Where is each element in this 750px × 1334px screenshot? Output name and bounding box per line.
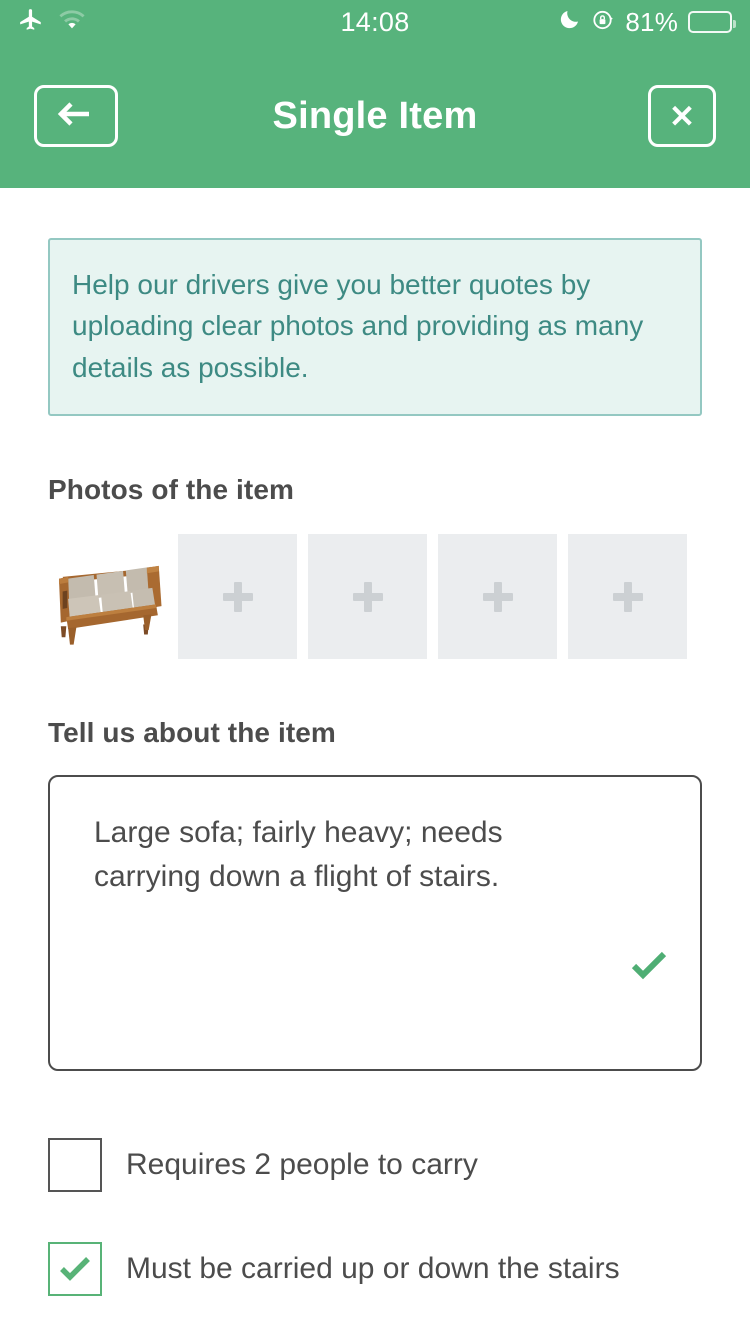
option-row-nobody-present[interactable]: Nobody will be present at pick up [48, 1321, 702, 1334]
airplane-mode-icon [18, 7, 44, 38]
photos-heading: Photos of the item [48, 474, 295, 506]
add-photo-slot[interactable] [308, 534, 427, 660]
checkbox-stairs[interactable] [48, 1242, 102, 1297]
plus-icon [482, 581, 513, 612]
navigation-bar: Single Item ✕ [0, 44, 750, 188]
uploaded-photo-thumbnail[interactable] [48, 534, 167, 660]
status-bar-left [18, 7, 340, 38]
rotation-lock-icon [591, 8, 615, 37]
photo-strip [48, 534, 702, 660]
option-row-stairs[interactable]: Must be carried up or down the stairs [48, 1217, 702, 1321]
battery-percent-label: 81% [625, 6, 679, 37]
battery-icon [688, 11, 737, 33]
status-bar-clock: 14:08 [340, 6, 410, 37]
arrow-left-icon [56, 99, 96, 134]
check-icon [630, 949, 668, 986]
status-bar-right: 81% [410, 6, 737, 38]
plus-icon [612, 581, 643, 612]
plus-icon [352, 581, 383, 612]
plus-icon [222, 581, 253, 612]
info-banner: Help our drivers give you better quotes … [48, 238, 702, 417]
option-label: Requires 2 people to carry [126, 1148, 478, 1182]
wifi-icon [58, 9, 86, 36]
close-x-icon: ✕ [669, 98, 695, 134]
description-textarea[interactable]: Large sofa; fairly heavy; needs carrying… [48, 775, 702, 1072]
page-content: Help our drivers give you better quotes … [0, 238, 750, 1334]
add-photo-slot[interactable] [178, 534, 297, 660]
add-photo-slot[interactable] [568, 534, 687, 660]
checkmark-icon [60, 1257, 90, 1282]
description-value: Large sofa; fairly heavy; needs carrying… [94, 816, 511, 894]
close-button[interactable]: ✕ [648, 85, 716, 147]
add-photo-slot[interactable] [438, 534, 557, 660]
back-button[interactable] [34, 85, 118, 147]
option-label: Must be carried up or down the stairs [126, 1252, 620, 1286]
option-row-requires-2-people[interactable]: Requires 2 people to carry [48, 1113, 702, 1217]
status-bar: 14:08 81% [0, 0, 750, 44]
options-list: Requires 2 people to carry Must be carri… [48, 1113, 702, 1334]
description-heading: Tell us about the item [48, 717, 336, 749]
moon-do-not-disturb-icon [557, 8, 581, 37]
sofa-image [58, 565, 162, 645]
checkbox-requires-2-people[interactable] [48, 1138, 102, 1193]
